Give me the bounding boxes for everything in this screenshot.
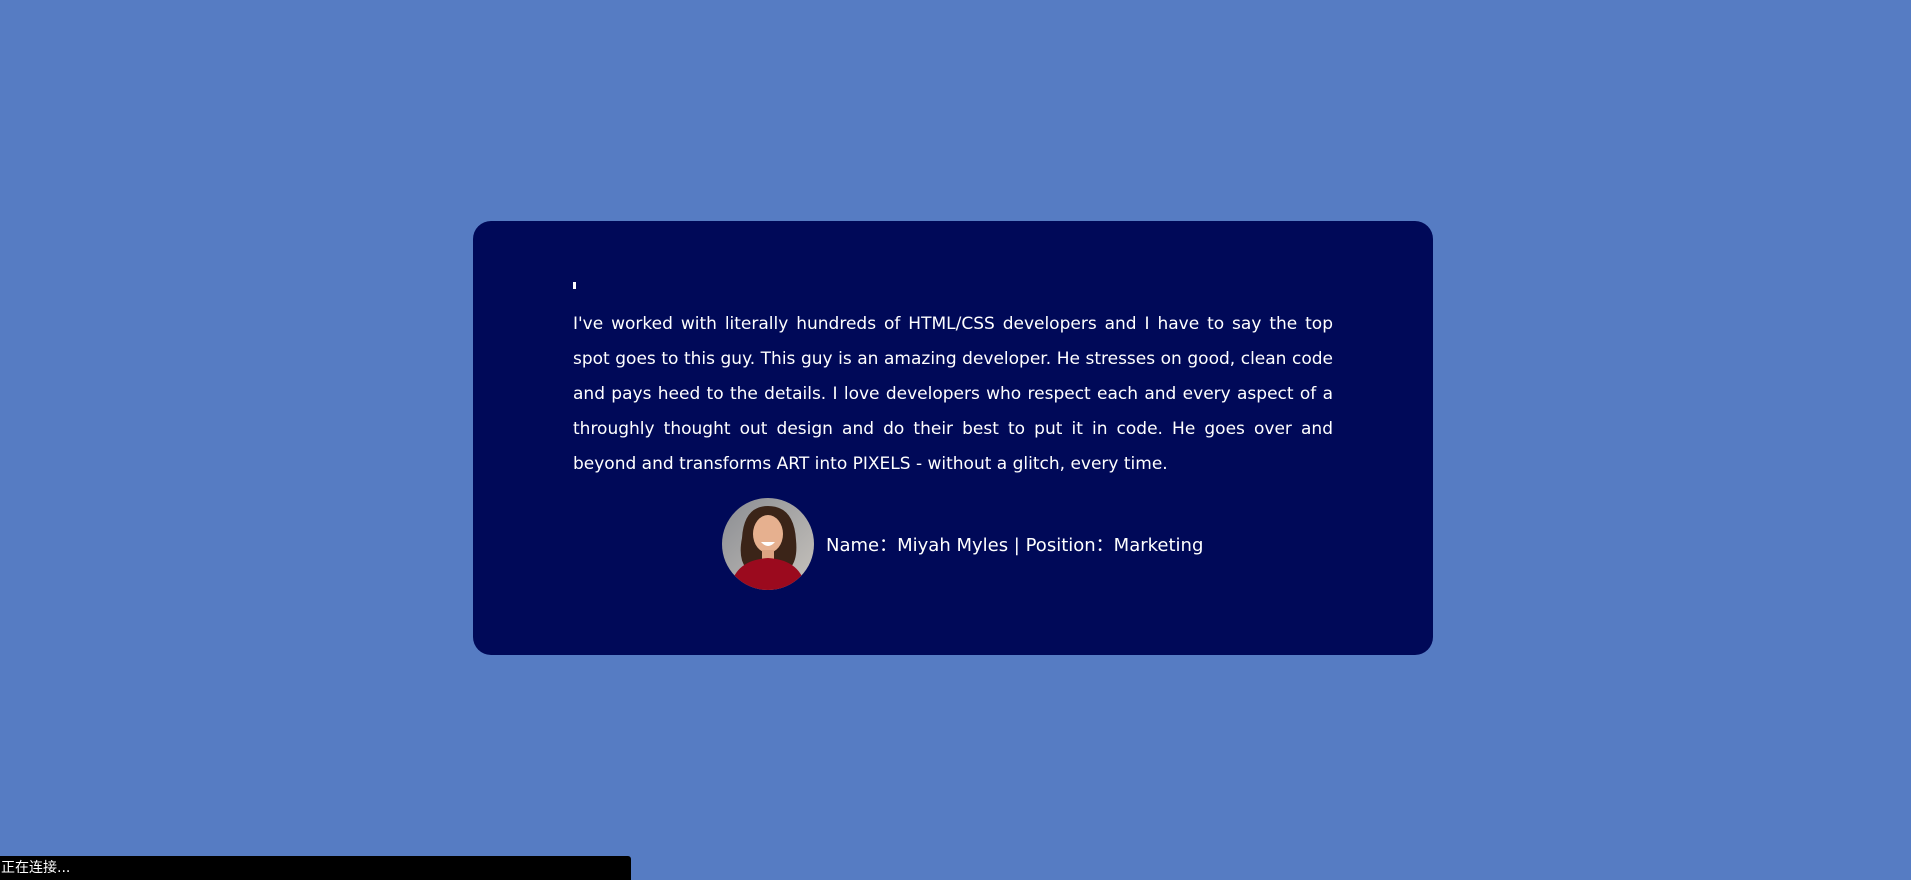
testimonial-card: I've worked with literally hundreds of H… (473, 221, 1433, 655)
author-info: Name：Miyah Myles | Position：Marketing (722, 498, 1203, 590)
testimonial-text: I've worked with literally hundreds of H… (573, 314, 1333, 474)
author-name-position: Name：Miyah Myles | Position：Marketing (826, 535, 1204, 556)
quote-icon (573, 282, 576, 289)
browser-status-bar: 正在连接... (0, 856, 631, 880)
author-avatar (722, 498, 814, 590)
status-text: 正在连接... (1, 860, 71, 876)
